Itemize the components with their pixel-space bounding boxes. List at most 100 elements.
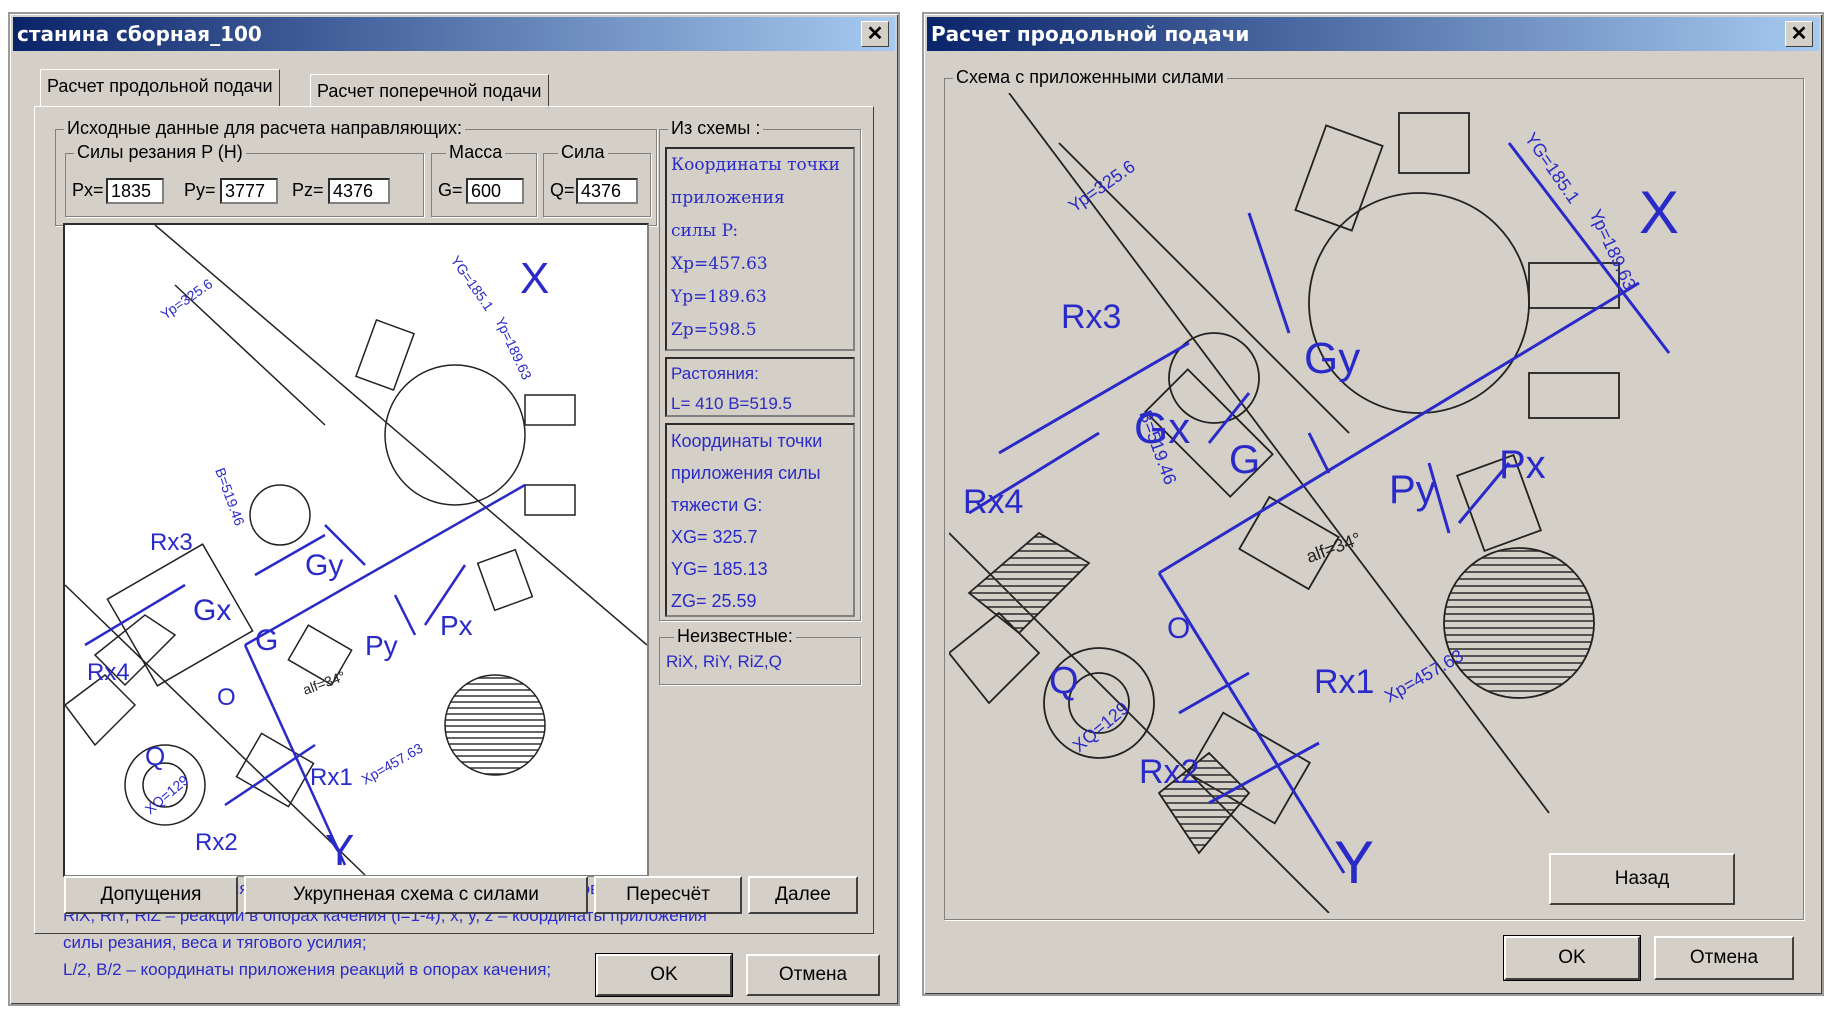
big-rx1-label: Rx1 [1314, 663, 1374, 701]
left-dialog: станина сборная_100 ✕ Расчет продольной … [8, 12, 900, 1006]
big-scheme-drawing: X Y O Rx3 Rx4 Rx1 Rx2 Gx Gy G Px Py Q Yp… [949, 93, 1679, 913]
big-xp-label: Xp=457.63 [1381, 645, 1467, 706]
coords-g-xg: XG= 325.7 [671, 527, 758, 547]
left-rx4-label: Rx4 [87, 659, 130, 686]
right-titlebar: Расчет продольной подачи ✕ [927, 17, 1819, 51]
left-cancel-label: Отмена [778, 964, 848, 985]
tab-transverse-label: Расчет поперечной подачи [317, 81, 542, 101]
px-label: Px= [72, 180, 104, 200]
coords-p-panel: Координаты точки приложения силы P: Xp=4… [665, 147, 855, 351]
q-label: Q= [550, 180, 575, 200]
px-input[interactable] [106, 178, 164, 204]
input-data-group-title: Исходные данные для расчета направляющих… [64, 118, 465, 139]
right-cancel-button[interactable]: Отмена [1654, 936, 1794, 980]
tab-longitudinal-label: Расчет продольной подачи [47, 76, 273, 96]
left-g-label: G [255, 624, 278, 657]
left-xp-label: Xp=457.63 [359, 740, 426, 788]
coords-p-line-1: Координаты точки [671, 155, 840, 175]
left-gy-label: Gy [305, 549, 343, 582]
recalc-button[interactable]: Пересчёт [594, 876, 742, 914]
big-scheme-label: Укрупненая схема с силами [293, 884, 539, 905]
coords-p-line-2: приложения [671, 188, 785, 208]
left-ok-label: OK [650, 964, 678, 985]
tab-transverse[interactable]: Расчет поперечной подачи [310, 74, 549, 108]
coords-g-line-2: приложения силы [671, 463, 821, 483]
big-scheme-button[interactable]: Укрупненая схема с силами [244, 876, 588, 914]
g-label: G= [438, 180, 463, 200]
right-cancel-label: Отмена [1689, 947, 1759, 968]
left-b-label: B=519.46 [212, 466, 248, 528]
big-scheme-image: X Y O Rx3 Rx4 Rx1 Rx2 Gx Gy G Px Py Q Yp… [949, 93, 1797, 913]
left-yg-label: YG=185.1 [448, 253, 498, 314]
back-button[interactable]: Назад [1549, 853, 1735, 905]
distances-values: L= 410 B=519.5 [671, 394, 793, 413]
scheme-drawing: X Y O Rx3 Rx4 Rx1 Rx2 Gx Gy G Px Py Q Yp… [65, 225, 647, 875]
mass-group: Масса G= [431, 142, 537, 217]
coords-g-panel: Координаты точки приложения силы тяжести… [665, 423, 855, 617]
big-y-axis-label: Y [1334, 829, 1374, 896]
back-label: Назад [1614, 868, 1670, 889]
left-close-icon[interactable]: ✕ [861, 21, 889, 47]
force-group: Сила Q= [543, 142, 651, 217]
coords-g-zg: ZG= 25.59 [671, 591, 757, 611]
left-origin-label: O [217, 684, 236, 711]
big-g-label: G [1229, 438, 1260, 482]
big-yg-label: YG=185.1 [1521, 129, 1584, 207]
cutting-forces-title: Силы резания P (H) [74, 142, 246, 163]
pz-input[interactable] [328, 178, 390, 204]
coords-g-line-3: тяжести G: [671, 495, 763, 515]
mass-title: Масса [446, 142, 506, 163]
big-q-label: Q [1049, 660, 1079, 702]
big-x-axis-line [1158, 281, 1640, 575]
py-input[interactable] [220, 178, 278, 204]
cutting-forces-group: Силы резания P (H) Px= Py= Pz= [65, 142, 424, 217]
left-rx2-label: Rx2 [195, 829, 238, 856]
left-x-axis-label: X [520, 254, 549, 303]
coords-p-zp: Zp=598.5 [671, 320, 757, 340]
scheme-image: X Y O Rx3 Rx4 Rx1 Rx2 Gx Gy G Px Py Q Yp… [63, 223, 649, 877]
big-x-axis-label: X [1639, 179, 1679, 246]
scheme-forces-group: Схема с приложенными силами X Y O Rx3 Rx… [944, 67, 1804, 920]
left-alf-label: alf=34° [301, 668, 348, 698]
left-ok-button[interactable]: OK [595, 953, 733, 997]
big-origin-label: O [1167, 612, 1190, 645]
q-input[interactable] [576, 178, 638, 204]
left-yp2-label: Yp=189.63 [492, 315, 535, 383]
from-scheme-title: Из схемы : [668, 118, 764, 139]
coords-p-xp: Xp=457.63 [671, 254, 768, 274]
big-px-label: Px [1499, 443, 1546, 487]
py-label: Py= [184, 180, 216, 200]
assumptions-button[interactable]: Допущения [64, 876, 238, 914]
g-input[interactable] [466, 178, 524, 204]
big-rx3-label: Rx3 [1061, 298, 1121, 336]
big-py-label: Py [1389, 468, 1436, 512]
left-window-title: станина сборная_100 [17, 22, 262, 46]
big-rx2-label: Rx2 [1139, 753, 1199, 791]
right-close-icon[interactable]: ✕ [1785, 21, 1813, 47]
big-xq-label: XQ=129 [1069, 698, 1133, 756]
right-ok-button[interactable]: OK [1503, 935, 1641, 981]
next-button[interactable]: Далее [748, 876, 858, 914]
right-dialog: Расчет продольной подачи ✕ Схема с прило… [922, 12, 1824, 996]
left-rx3-label: Rx3 [150, 529, 193, 556]
description-line-3: силы резания, веса и тягового усилия; [63, 933, 367, 952]
coords-g-line-1: Координаты точки [671, 431, 823, 451]
pz-label: Pz= [292, 180, 324, 200]
coords-g-yg: YG= 185.13 [671, 559, 768, 579]
scheme-forces-title: Схема с приложенными силами [953, 67, 1227, 88]
unknowns-group: Неизвестные: RiX, RiY, RiZ,Q [659, 626, 861, 685]
left-rx1-label: Rx1 [310, 764, 353, 791]
left-q-label: Q [145, 741, 165, 771]
distances-title: Растояния: [671, 364, 759, 383]
big-rx4-label: Rx4 [963, 483, 1023, 521]
left-cancel-button[interactable]: Отмена [746, 954, 880, 996]
right-window-title: Расчет продольной подачи [931, 22, 1250, 46]
next-label: Далее [775, 884, 831, 905]
distances-panel: Растояния: L= 410 B=519.5 [665, 357, 855, 417]
big-yp-label: Yp=325.6 [1065, 156, 1139, 216]
tab-longitudinal[interactable]: Расчет продольной подачи [40, 69, 280, 107]
left-y-axis-label: Y [325, 826, 354, 875]
big-gy-label: Gy [1304, 334, 1360, 383]
tab-panel: Исходные данные для расчета направляющих… [34, 106, 874, 979]
x-axis-line [244, 483, 526, 647]
